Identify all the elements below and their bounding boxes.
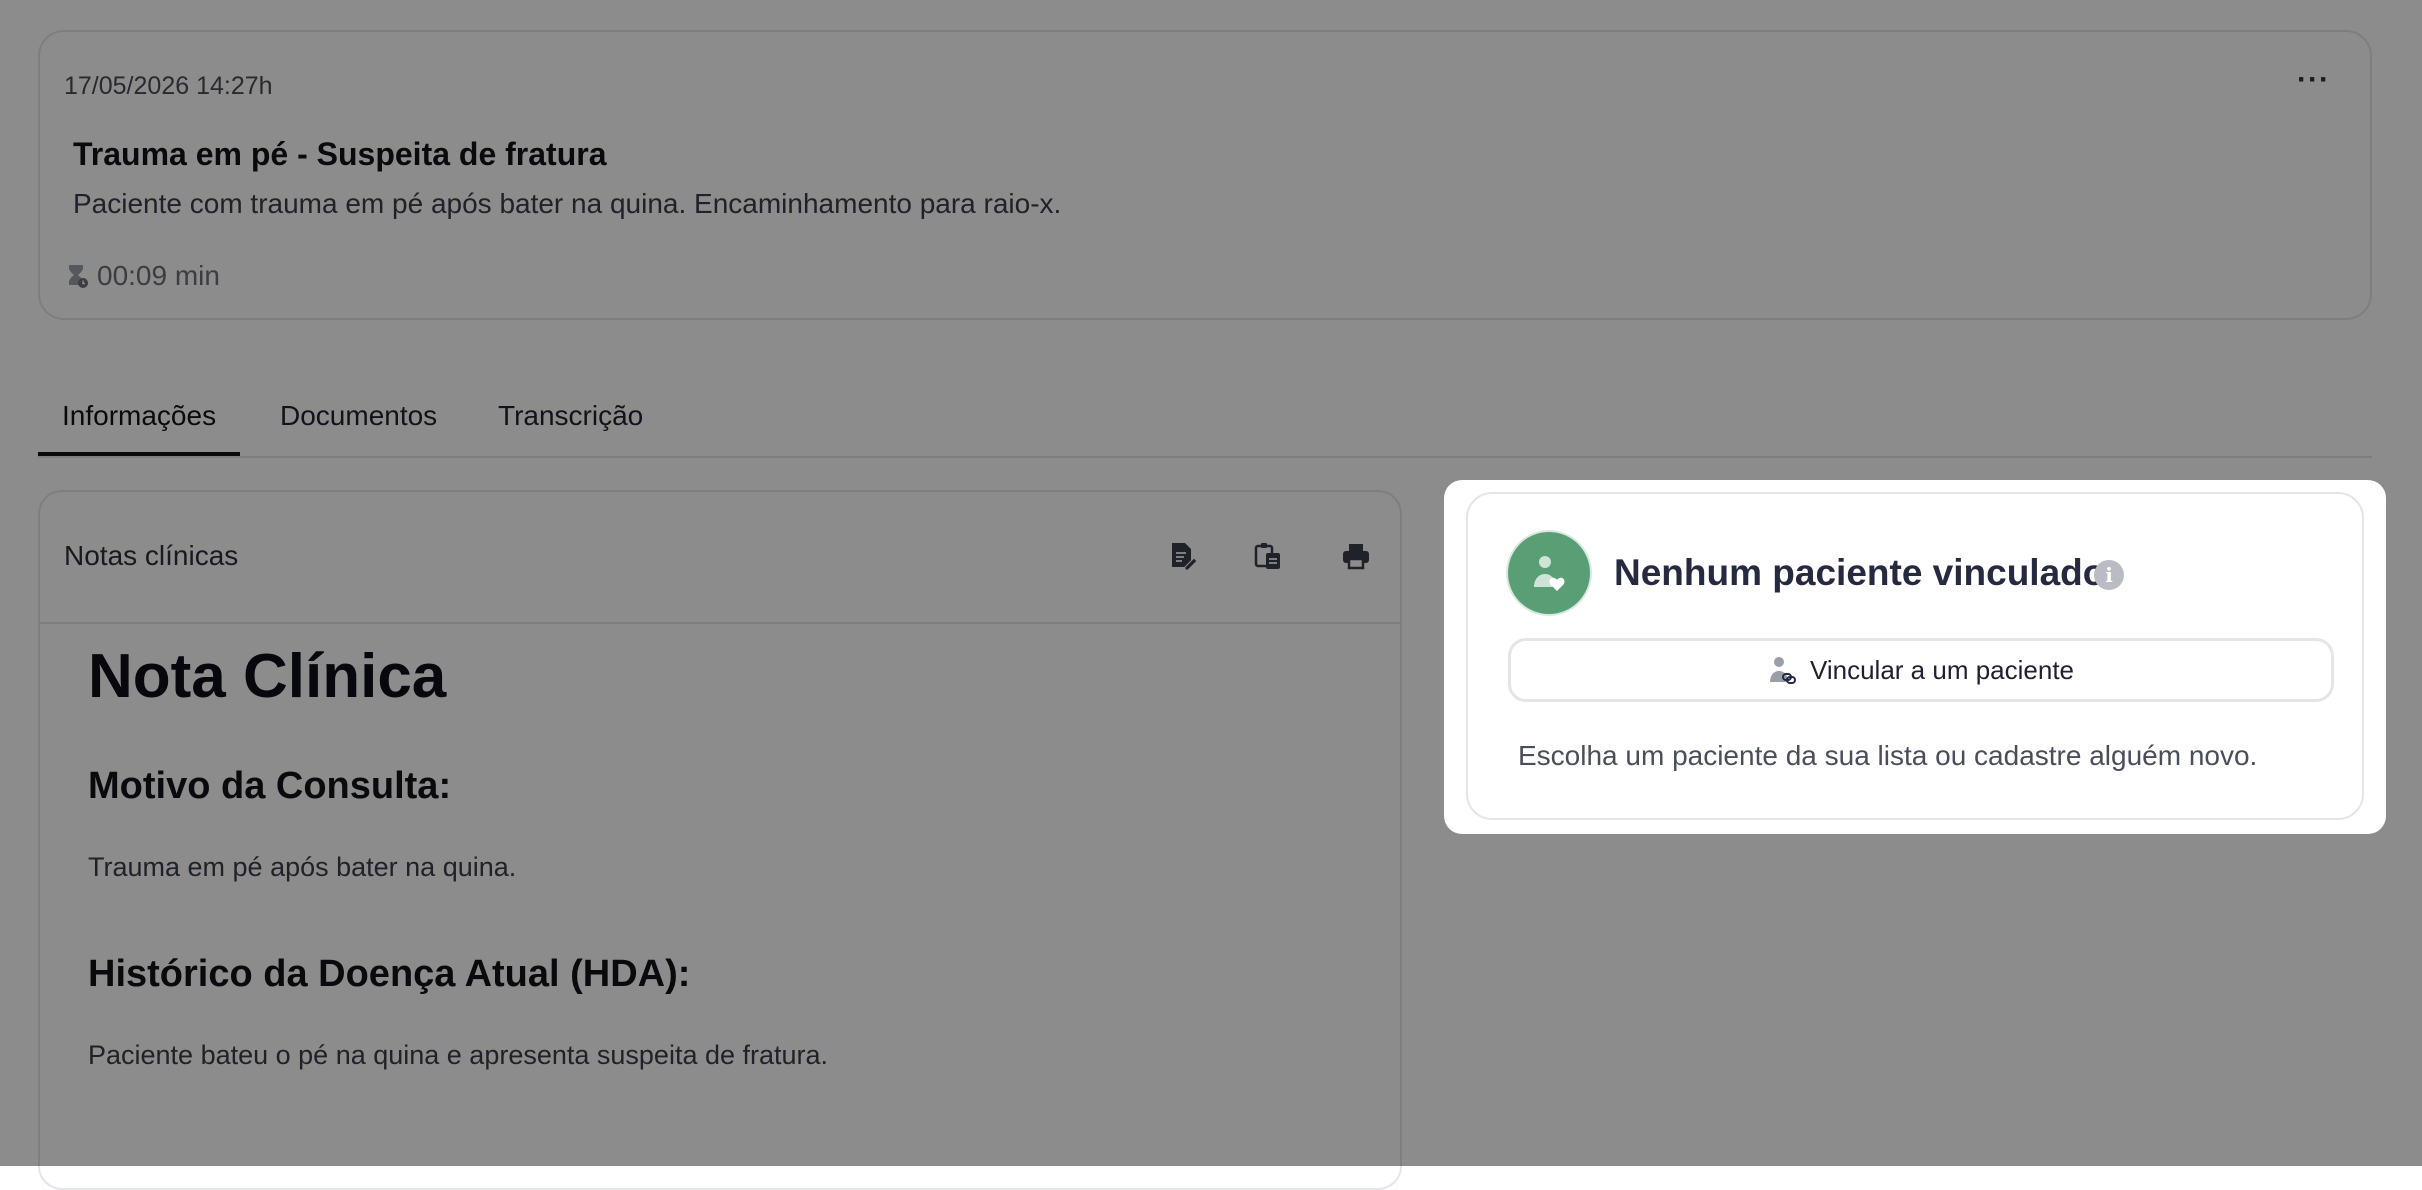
user-link-icon — [1769, 657, 1796, 684]
patient-link-popup: Nenhum paciente vinculado i Vincular a u… — [1444, 480, 2386, 834]
no-patient-title: Nenhum paciente vinculado — [1614, 552, 2106, 593]
page: 17/05/2026 14:27h ··· Trauma em pé - Sus… — [0, 0, 2422, 1190]
link-patient-button[interactable]: Vincular a um paciente — [1508, 638, 2334, 702]
patient-link-card: Nenhum paciente vinculado i Vincular a u… — [1466, 492, 2364, 820]
link-patient-label: Vincular a um paciente — [1809, 654, 2074, 685]
info-icon[interactable]: i — [2094, 560, 2124, 590]
popup-help-text: Escolha um paciente da sua lista ou cada… — [1518, 740, 2258, 771]
patient-heart-icon — [1534, 556, 1565, 591]
patient-avatar — [1508, 532, 1590, 614]
